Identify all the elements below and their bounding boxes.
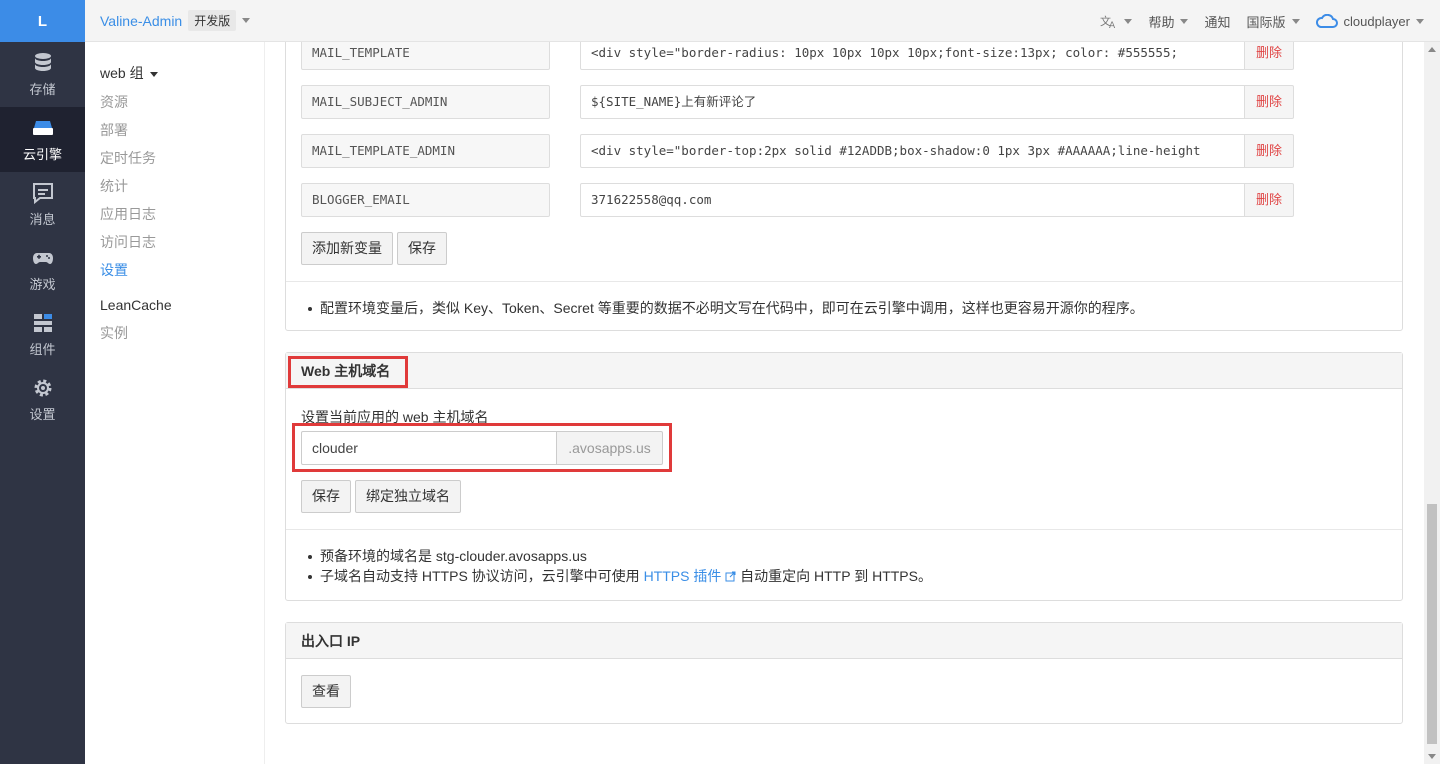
help-label: 帮助: [1148, 14, 1175, 30]
nav-message-label: 消息: [29, 212, 56, 227]
bullet-icon: [308, 575, 312, 580]
top-bar: Valine-Admin 开发版 文A 帮助 通知 国际版 cloudplaye…: [85, 0, 1440, 42]
env-var-row: MAIL_TEMPLATE_ADMIN <div style="border-t…: [301, 134, 1294, 168]
env-var-key[interactable]: MAIL_SUBJECT_ADMIN: [301, 85, 550, 119]
chevron-down-icon: [1291, 18, 1300, 24]
nav-cloud-engine-label: 云引擎: [22, 147, 62, 162]
divider: [286, 281, 1402, 282]
https-plugin-link[interactable]: HTTPS 插件: [644, 568, 722, 584]
env-note: 配置环境变量后，类似 Key、Token、Secret 等重要的数据不必明文写在…: [308, 298, 1144, 318]
gamepad-icon: [32, 253, 53, 264]
subnav-item-deploy[interactable]: 部署: [100, 116, 264, 144]
env-var-row: MAIL_TEMPLATE <div style="border-radius:…: [301, 42, 1294, 70]
sub-nav: web 组 资源 部署 定时任务 统计 应用日志 访问日志 设置 LeanCac…: [85, 42, 265, 764]
scroll-up-icon[interactable]: [1428, 47, 1436, 52]
main-content: MAIL_TEMPLATE <div style="border-radius:…: [266, 42, 1424, 764]
delete-var-button[interactable]: 删除: [1244, 134, 1294, 168]
outbound-ip-panel: 出入口 IP 查看: [285, 622, 1403, 724]
svg-text:A: A: [1109, 21, 1116, 29]
subnav-group-leancache[interactable]: LeanCache: [100, 294, 264, 316]
web-domain-title: Web 主机域名: [286, 353, 1402, 389]
domain-note-1: 预备环境的域名是 stg-clouder.avosapps.us: [308, 546, 587, 566]
env-var-key[interactable]: MAIL_TEMPLATE: [301, 42, 550, 70]
chevron-down-icon: [1180, 18, 1189, 24]
nav-components[interactable]: 组件: [0, 302, 85, 367]
help-menu[interactable]: 帮助: [1148, 12, 1189, 31]
env-var-key[interactable]: MAIL_TEMPLATE_ADMIN: [301, 134, 550, 168]
save-domain-button[interactable]: 保存: [301, 480, 351, 513]
web-domain-panel: Web 主机域名 设置当前应用的 web 主机域名 clouder .avosa…: [285, 352, 1403, 601]
app-name[interactable]: Valine-Admin: [100, 13, 182, 29]
highlight-box-domain: [292, 423, 672, 472]
nav-storage[interactable]: 存储: [0, 42, 85, 107]
chevron-down-icon: [1416, 18, 1424, 24]
subnav-group-web[interactable]: web 组: [100, 62, 264, 84]
view-ip-button[interactable]: 查看: [301, 675, 351, 708]
external-link-icon[interactable]: [725, 571, 736, 582]
notify-label: 通知: [1204, 14, 1231, 30]
nav-game-label: 游戏: [29, 277, 56, 292]
bind-domain-button[interactable]: 绑定独立域名: [355, 480, 461, 513]
delete-var-button[interactable]: 删除: [1244, 85, 1294, 119]
nav-cloud-engine[interactable]: 云引擎: [0, 107, 85, 172]
subnav-item-settings[interactable]: 设置: [100, 256, 264, 284]
scrollbar[interactable]: [1424, 42, 1440, 764]
app-logo[interactable]: L: [0, 0, 85, 42]
divider: [286, 529, 1402, 530]
env-var-value[interactable]: 371622558@qq.com: [580, 183, 1245, 217]
add-variable-button[interactable]: 添加新变量: [301, 232, 393, 265]
chevron-down-icon: [1124, 18, 1133, 24]
domain-note-2: 子域名自动支持 HTTPS 协议访问，云引擎中可使用 HTTPS 插件 自动重定…: [308, 566, 932, 586]
bullet-icon: [308, 307, 312, 312]
nav-settings[interactable]: 设置: [0, 367, 85, 432]
translate-icon: 文A: [1100, 14, 1116, 29]
nav-game[interactable]: 游戏: [0, 237, 85, 302]
env-var-row: MAIL_SUBJECT_ADMIN ${SITE_NAME}上有新评论了 删除: [301, 85, 1294, 119]
save-variables-button[interactable]: 保存: [397, 232, 447, 265]
outbound-ip-title: 出入口 IP: [286, 623, 1402, 659]
nav-settings-label: 设置: [29, 407, 56, 422]
delete-var-button[interactable]: 删除: [1244, 183, 1294, 217]
gear-icon: [34, 379, 51, 397]
subnav-item-app-log[interactable]: 应用日志: [100, 200, 264, 228]
subnav-item-resources[interactable]: 资源: [100, 88, 264, 116]
env-var-value[interactable]: ${SITE_NAME}上有新评论了: [580, 85, 1245, 119]
scroll-thumb[interactable]: [1427, 504, 1437, 744]
cloud-engine-icon: [32, 121, 53, 135]
message-icon: [32, 183, 53, 205]
chevron-down-icon: [149, 71, 158, 77]
env-var-key[interactable]: BLOGGER_EMAIL: [301, 183, 550, 217]
bullet-icon: [308, 555, 312, 560]
language-switch[interactable]: 文A: [1100, 13, 1133, 29]
highlight-box-title: [288, 356, 408, 388]
main-nav: L 存储 云引擎 消息 游戏 组件 设置: [0, 0, 85, 764]
database-icon: [34, 53, 51, 71]
components-icon: [33, 314, 52, 332]
subnav-item-stats[interactable]: 统计: [100, 172, 264, 200]
env-var-value[interactable]: <div style="border-top:2px solid #12ADDB…: [580, 134, 1245, 168]
delete-var-button[interactable]: 删除: [1244, 42, 1294, 70]
env-vars-panel: MAIL_TEMPLATE <div style="border-radius:…: [285, 42, 1403, 331]
subnav-item-access-log[interactable]: 访问日志: [100, 228, 264, 256]
env-var-value[interactable]: <div style="border-radius: 10px 10px 10p…: [580, 42, 1245, 70]
subnav-item-instances[interactable]: 实例: [100, 319, 264, 347]
notify-link[interactable]: 通知: [1204, 12, 1230, 31]
region-menu[interactable]: 国际版: [1246, 12, 1300, 31]
env-badge: 开发版: [188, 10, 237, 31]
nav-storage-label: 存储: [29, 82, 56, 97]
user-name: cloudplayer: [1343, 13, 1411, 29]
env-var-row: BLOGGER_EMAIL 371622558@qq.com 删除: [301, 183, 1294, 217]
cloud-user-icon: [1315, 14, 1338, 28]
nav-message[interactable]: 消息: [0, 172, 85, 237]
user-menu[interactable]: cloudplayer: [1315, 13, 1424, 29]
nav-components-label: 组件: [29, 342, 56, 357]
subnav-item-cron[interactable]: 定时任务: [100, 144, 264, 172]
scroll-down-icon[interactable]: [1428, 754, 1436, 759]
region-label: 国际版: [1246, 14, 1286, 30]
app-switch-caret-icon[interactable]: [242, 18, 251, 23]
